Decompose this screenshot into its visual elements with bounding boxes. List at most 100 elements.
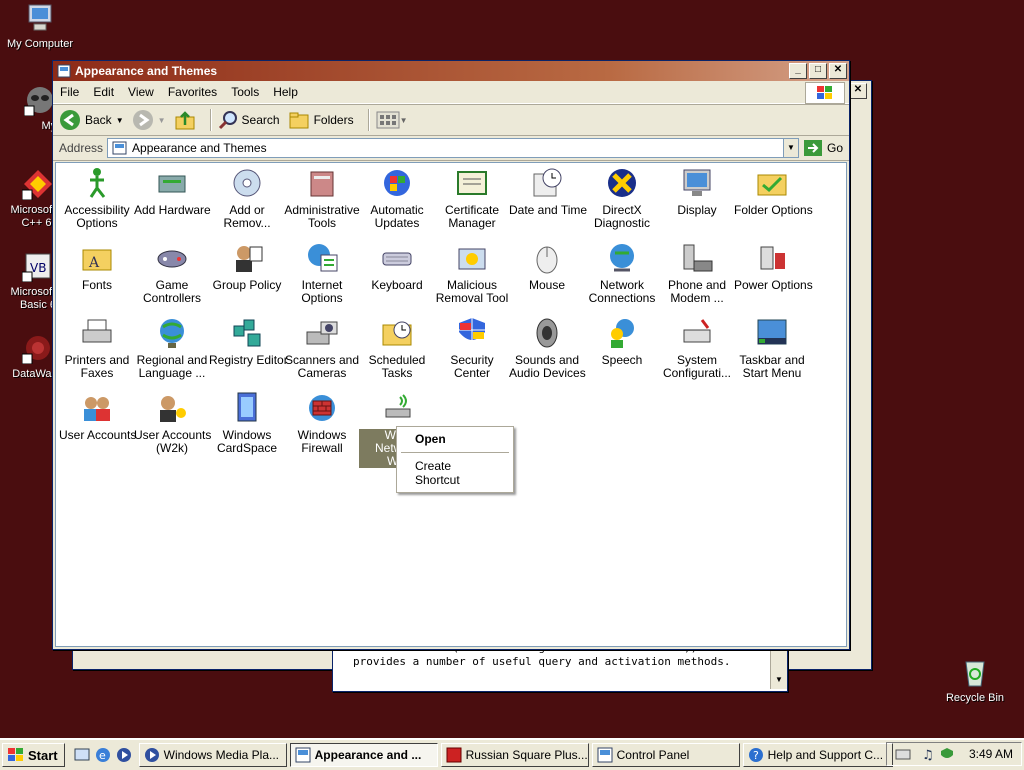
control-panel-item[interactable]: Printers and Faxes <box>59 316 135 380</box>
chevron-down-icon[interactable]: ▼ <box>782 139 798 157</box>
control-panel-item[interactable]: Folder Options <box>734 166 813 217</box>
help-text-line: provides a number of useful query and ac… <box>353 655 731 668</box>
forward-button[interactable]: ▼ <box>132 109 166 131</box>
control-panel-item[interactable]: Network Connections <box>584 241 660 305</box>
chevron-down-icon[interactable]: ▼ <box>116 116 124 125</box>
appearance-themes-window[interactable]: Appearance and Themes _ □ ✕ File Edit Vi… <box>52 60 850 650</box>
control-panel-item[interactable]: User Accounts <box>59 391 136 442</box>
control-panel-item[interactable]: System Configurati... <box>659 316 735 380</box>
search-button[interactable]: Search <box>218 110 280 130</box>
control-panel-item[interactable]: Administrative Tools <box>284 166 360 230</box>
control-panel-item-label: Phone and Modem ... <box>667 278 727 305</box>
task-control-panel[interactable]: Control Panel <box>591 743 740 767</box>
menu-edit[interactable]: Edit <box>86 85 121 99</box>
control-panel-icon <box>112 141 127 155</box>
task-label: Help and Support C... <box>767 748 884 762</box>
control-panel-item-label: Speech <box>601 353 643 367</box>
taskbar: Start e Windows Media Pla... Appearance … <box>0 738 1024 770</box>
control-panel-item[interactable]: Internet Options <box>284 241 360 305</box>
control-panel-item[interactable]: Security Center <box>434 316 510 380</box>
control-panel-item-label: Network Connections <box>588 278 656 305</box>
go-button[interactable]: Go <box>803 139 843 157</box>
control-panel-item[interactable]: Keyboard <box>359 241 435 292</box>
control-panel-item-label: Group Policy <box>212 278 282 292</box>
title-bar[interactable]: Appearance and Themes _ □ ✕ <box>53 61 849 81</box>
scroll-down-icon[interactable]: ▼ <box>771 675 787 689</box>
control-panel-item[interactable]: User Accounts (W2k) <box>134 391 211 455</box>
menu-favorites[interactable]: Favorites <box>161 85 224 99</box>
control-panel-item[interactable]: Display <box>659 166 735 217</box>
context-menu-open[interactable]: Open <box>399 429 511 449</box>
display-icon <box>680 166 714 200</box>
address-field[interactable]: Appearance and Themes ▼ <box>107 138 799 158</box>
user-accounts-w2k-icon <box>155 391 189 425</box>
control-panel-item[interactable]: Taskbar and Start Menu <box>734 316 810 380</box>
back-button[interactable]: Back ▼ <box>59 109 124 131</box>
control-panel-icon <box>295 747 311 763</box>
show-desktop-icon[interactable] <box>73 746 91 764</box>
control-panel-item[interactable]: Power Options <box>734 241 813 292</box>
control-panel-item[interactable]: Windows CardSpace <box>209 391 285 455</box>
task-label: Appearance and ... <box>314 748 422 762</box>
control-panel-item[interactable]: Sounds and Audio Devices <box>509 316 586 380</box>
automatic-updates-icon <box>380 166 414 200</box>
network-connections-icon <box>605 241 639 275</box>
desktop-icon-recycle-bin[interactable]: Recycle Bin <box>935 656 1015 705</box>
control-panel-item[interactable]: Scanners and Cameras <box>284 316 360 380</box>
control-panel-item[interactable]: Group Policy <box>209 241 285 292</box>
maximize-icon[interactable]: □ <box>809 63 827 79</box>
control-panel-item[interactable]: Scheduled Tasks <box>359 316 435 380</box>
chevron-down-icon[interactable]: ▼ <box>400 116 408 125</box>
control-panel-item-label: Windows CardSpace <box>216 428 278 455</box>
close-icon[interactable]: ✕ <box>829 63 847 79</box>
media-player-icon[interactable] <box>115 746 133 764</box>
menu-bar: File Edit View Favorites Tools Help <box>53 81 849 104</box>
control-panel-item[interactable]: Mouse <box>509 241 585 292</box>
control-panel-item[interactable]: Date and Time <box>509 166 587 217</box>
search-label: Search <box>241 113 280 127</box>
control-panel-item[interactable]: Windows Firewall <box>284 391 360 455</box>
views-button[interactable]: ▼ <box>376 111 408 129</box>
keyboard-icon[interactable] <box>895 747 911 761</box>
control-panel-item[interactable]: Certificate Manager <box>434 166 510 230</box>
control-panel-item[interactable]: Add Hardware <box>134 166 211 217</box>
chevron-down-icon[interactable]: ▼ <box>158 116 166 125</box>
control-panel-item[interactable]: Registry Editor <box>209 316 288 367</box>
control-panel-item[interactable]: Phone and Modem ... <box>659 241 735 305</box>
up-folder-button[interactable] <box>174 109 196 131</box>
svg-text:e: e <box>99 749 106 762</box>
context-menu-create-shortcut[interactable]: Create Shortcut <box>399 456 511 490</box>
internet-explorer-icon[interactable]: e <box>94 746 112 764</box>
minimize-icon[interactable]: _ <box>789 63 807 79</box>
control-panel-item[interactable]: DirectX Diagnostic <box>584 166 660 230</box>
menu-tools[interactable]: Tools <box>224 85 266 99</box>
control-panel-item[interactable]: Speech <box>584 316 660 367</box>
close-icon[interactable]: ✕ <box>849 83 867 99</box>
menu-file[interactable]: File <box>53 85 86 99</box>
control-panel-item[interactable]: A Fonts <box>59 241 135 292</box>
address-value: Appearance and Themes <box>132 141 267 155</box>
folders-button[interactable]: Folders <box>288 110 354 130</box>
control-panel-item[interactable]: Game Controllers <box>134 241 210 305</box>
control-panel-item[interactable]: Regional and Language ... <box>134 316 210 380</box>
control-panel-item[interactable]: Automatic Updates <box>359 166 435 230</box>
task-help-support[interactable]: ? Help and Support C... <box>742 743 893 767</box>
task-media-player[interactable]: Windows Media Pla... <box>138 743 287 767</box>
add-hardware-icon <box>155 166 189 200</box>
control-panel-item[interactable]: Malicious Removal Tool <box>434 241 510 305</box>
music-icon[interactable]: ♫ <box>921 747 937 761</box>
clock: 3:49 AM <box>968 747 1013 761</box>
menu-help[interactable]: Help <box>266 85 305 99</box>
content-pane: Accessibility Options Add Hardware Add or … <box>55 162 847 647</box>
control-panel-item[interactable]: Accessibility Options <box>59 166 135 230</box>
start-button[interactable]: Start <box>2 743 65 767</box>
menu-view[interactable]: View <box>121 85 161 99</box>
security-icon[interactable] <box>939 747 955 761</box>
control-panel-item-label: Regional and Language ... <box>136 353 208 380</box>
control-panel-item[interactable]: Add or Remov... <box>209 166 285 230</box>
task-russian-square[interactable]: Russian Square Plus... <box>440 743 589 767</box>
task-appearance-themes[interactable]: Appearance and ... <box>289 743 438 767</box>
back-label: Back <box>85 113 112 127</box>
keyboard-icon <box>380 241 414 275</box>
desktop-icon-my-computer[interactable]: My Computer <box>0 2 80 51</box>
